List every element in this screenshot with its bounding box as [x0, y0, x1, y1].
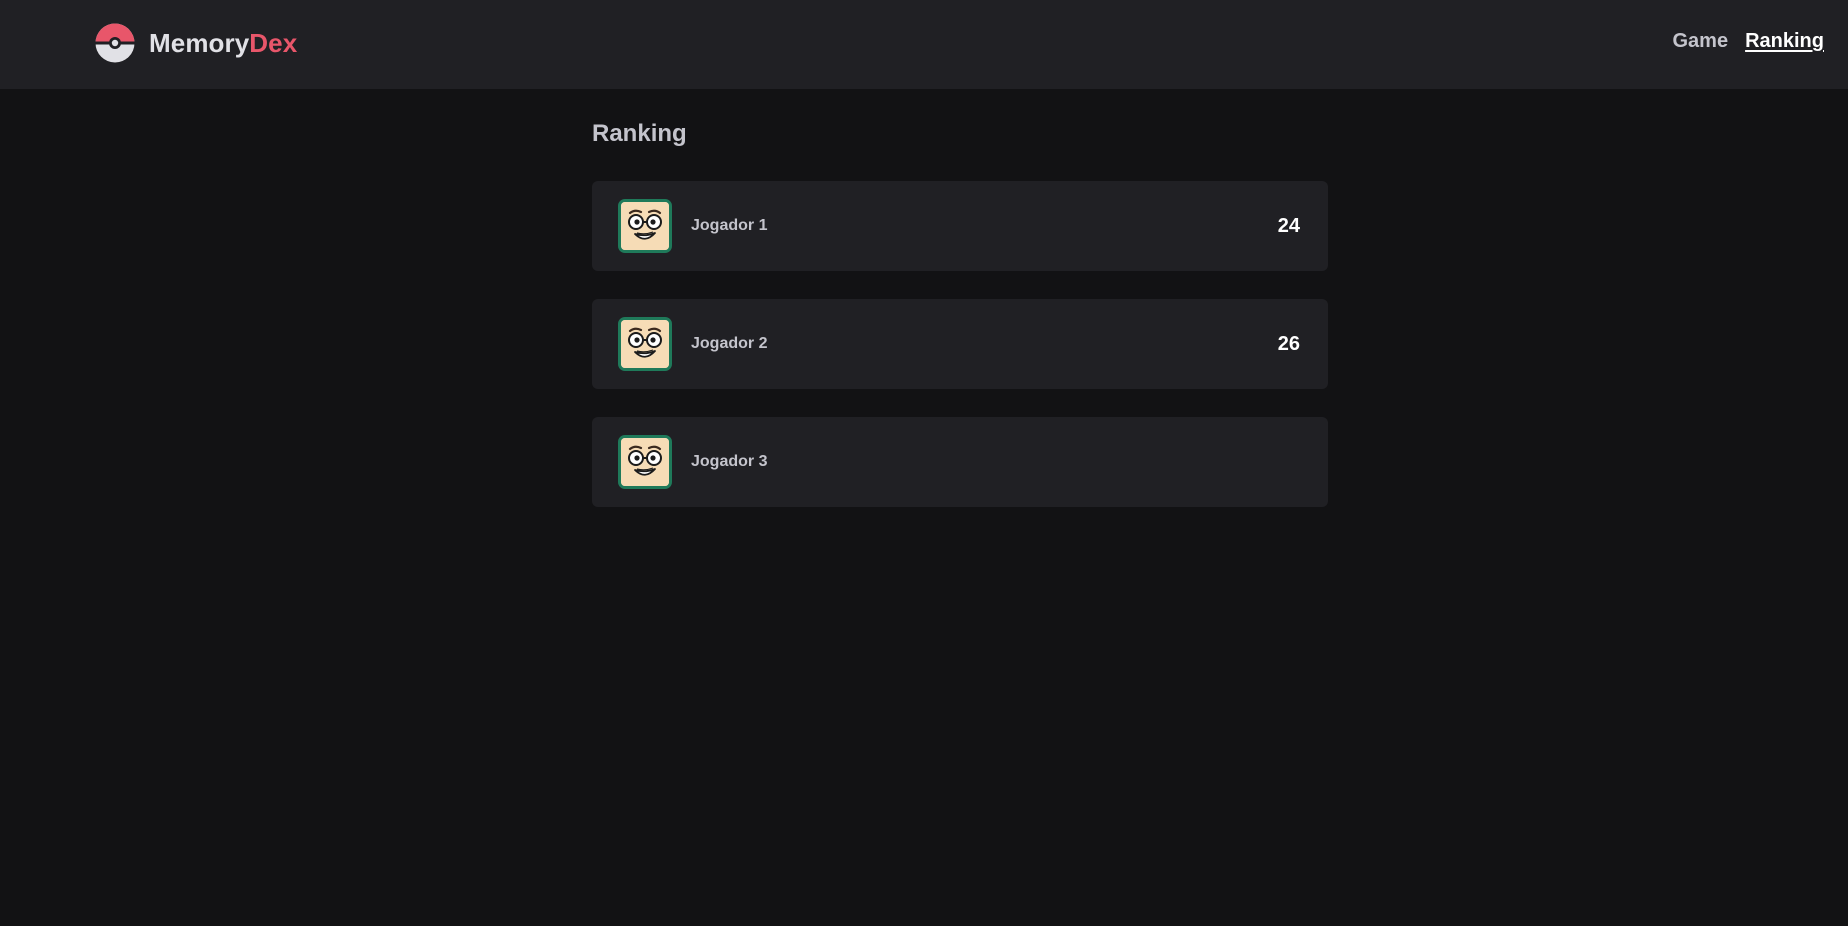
brand-name-main: Memory: [149, 27, 250, 58]
player-score: 26: [1277, 332, 1300, 355]
brand-name: MemoryDex: [149, 28, 297, 59]
ranking-page: Ranking Jogador 1 24 Jogador 2 26 Jogado…: [592, 89, 1328, 535]
main-nav: Game Ranking: [1673, 30, 1825, 53]
nav-link-game[interactable]: Game: [1673, 30, 1729, 53]
cartoon-face-avatar-icon: [618, 317, 672, 371]
top-header: MemoryDex Game Ranking: [0, 0, 1848, 89]
player-score: 24: [1277, 214, 1300, 237]
nav-link-ranking[interactable]: Ranking: [1745, 30, 1824, 53]
page-title: Ranking: [592, 120, 687, 147]
pokeball-icon: [95, 23, 135, 63]
player-name: Jogador 2: [691, 335, 768, 352]
brand-name-accent: Dex: [249, 27, 298, 58]
ranking-row: Jogador 1 24: [592, 181, 1328, 271]
player-name: Jogador 1: [691, 217, 768, 234]
brand-logo-link[interactable]: MemoryDex: [95, 22, 297, 64]
player-name: Jogador 3: [691, 453, 768, 470]
ranking-row: Jogador 2 26: [592, 299, 1328, 389]
cartoon-face-avatar-icon: [618, 199, 672, 253]
ranking-list: Jogador 1 24 Jogador 2 26 Jogador 3: [592, 181, 1328, 507]
ranking-row: Jogador 3: [592, 417, 1328, 507]
cartoon-face-avatar-icon: [618, 435, 672, 489]
